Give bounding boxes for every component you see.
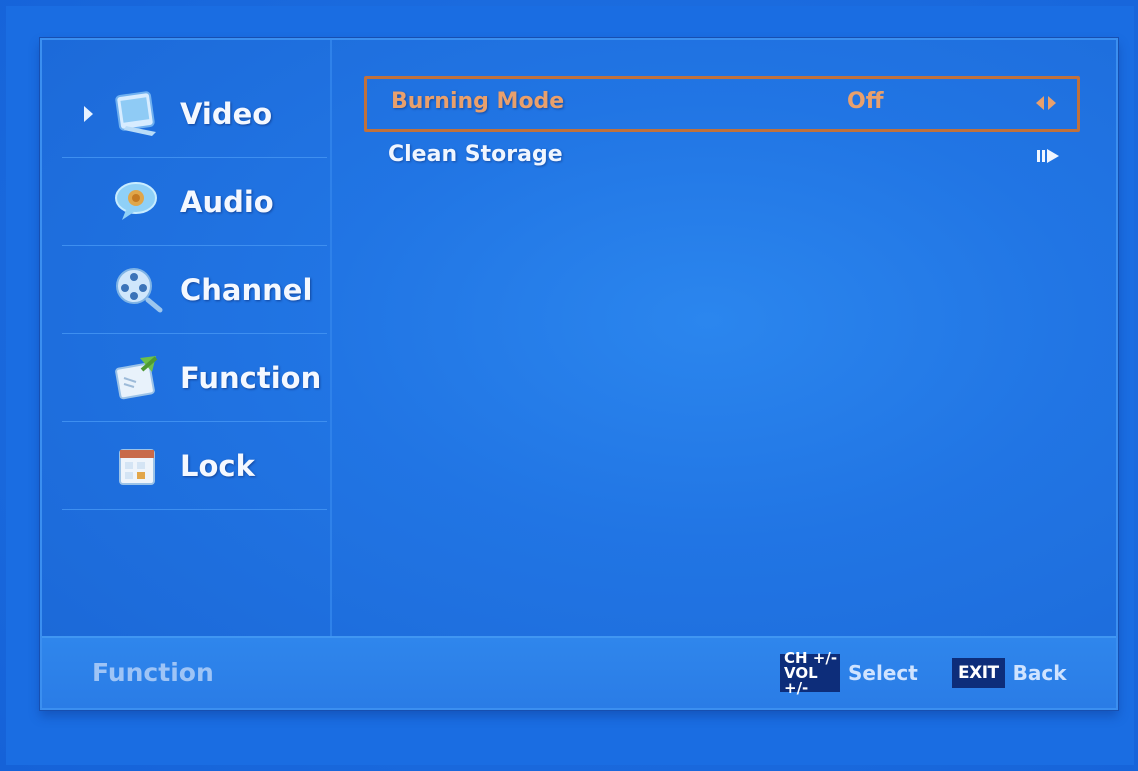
sidebar-item-label: Channel xyxy=(180,272,313,307)
setting-row-burning-mode[interactable]: Burning Mode Off xyxy=(364,76,1080,132)
left-right-arrows-icon[interactable] xyxy=(1035,95,1057,115)
channel-icon xyxy=(112,264,164,316)
sidebar-item-audio[interactable]: Audio xyxy=(62,158,327,246)
menu-footer: Function CH +/- VOL +/- Select EXIT Back xyxy=(42,636,1116,708)
sidebar-item-label: Video xyxy=(180,96,273,131)
video-icon xyxy=(112,88,164,140)
settings-panel: Burning Mode Off Clean Storage xyxy=(334,40,1116,638)
back-label: Back xyxy=(1012,661,1067,685)
setting-row-clean-storage[interactable]: Clean Storage xyxy=(364,132,1080,188)
setting-label: Burning Mode xyxy=(391,89,565,114)
sidebar-item-lock[interactable]: Lock xyxy=(62,422,327,510)
vol-key-label: VOL +/- xyxy=(784,663,818,697)
sidebar-item-function[interactable]: Function xyxy=(62,334,327,422)
sidebar-item-channel[interactable]: Channel xyxy=(62,246,327,334)
sidebar-item-label: Audio xyxy=(180,184,274,219)
select-label: Select xyxy=(848,661,918,685)
sidebar-item-label: Function xyxy=(180,360,322,395)
sidebar-item-label: Lock xyxy=(180,448,255,483)
enter-arrow-icon[interactable] xyxy=(1036,148,1060,168)
ch-vol-key-icon: CH +/- VOL +/- xyxy=(780,650,840,695)
footer-section-label: Function xyxy=(92,658,214,687)
audio-icon xyxy=(112,176,164,228)
lock-icon xyxy=(112,440,164,492)
selected-arrow-icon xyxy=(84,105,93,122)
back-hint: EXIT Back xyxy=(952,658,1067,688)
tv-screen: Video Audio Channel Function Lock Burnin… xyxy=(6,6,1134,765)
menu-sidebar: Video Audio Channel Function Lock xyxy=(42,40,332,638)
exit-key-icon: EXIT xyxy=(952,658,1005,688)
select-hint: CH +/- VOL +/- Select xyxy=(780,650,918,695)
setting-value: Off xyxy=(847,89,884,114)
function-icon xyxy=(112,352,164,404)
osd-menu: Video Audio Channel Function Lock Burnin… xyxy=(40,38,1118,710)
sidebar-item-video[interactable]: Video xyxy=(62,70,327,158)
setting-label: Clean Storage xyxy=(388,142,563,167)
